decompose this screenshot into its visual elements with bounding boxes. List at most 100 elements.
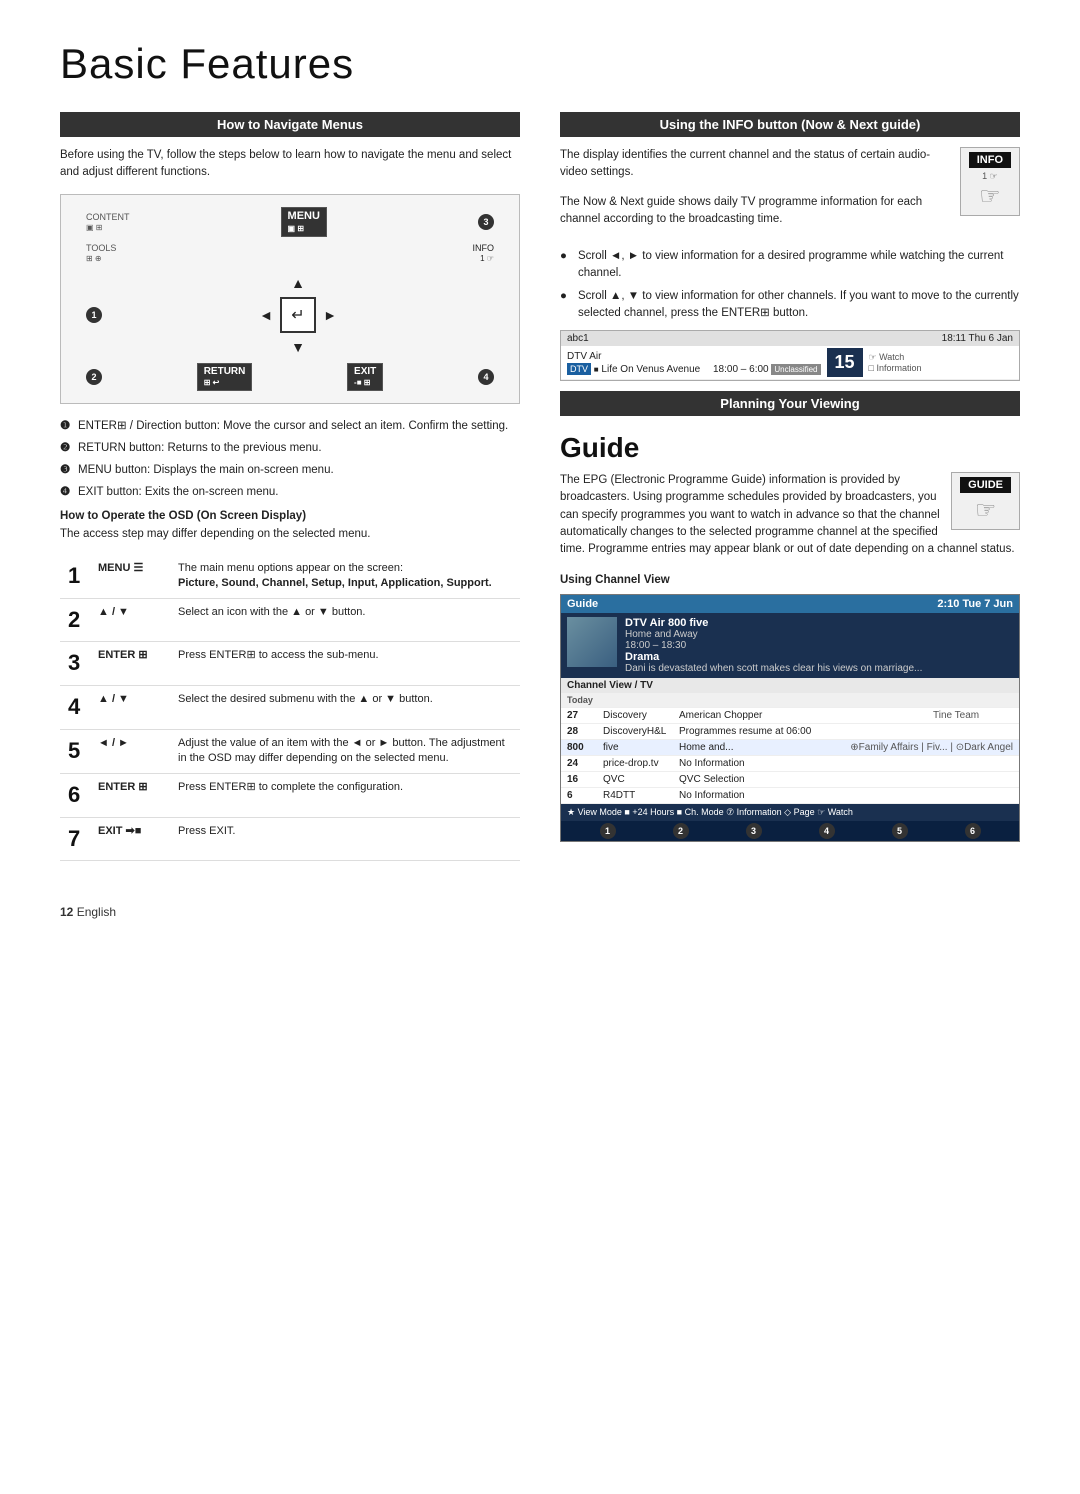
info-display-row: DTV Air DTV ■ Life On Venus Avenue 18:00… (561, 346, 1019, 380)
info-ch-name: abc1 (567, 333, 589, 344)
info-display: abc1 18:11 Thu 6 Jan DTV Air DTV ■ Life … (560, 330, 1020, 381)
page-title: Basic Features (60, 40, 1020, 88)
step-num-6: 6 (60, 773, 90, 817)
menu-btn: MENU▣ ⊞ (281, 207, 327, 237)
ch-name-5: R4DTT (603, 790, 673, 801)
footer-num-2: 2 (673, 823, 689, 839)
channel-row-2[interactable]: 800 five Home and... ⊕Family Affairs | F… (561, 740, 1019, 756)
step-row-5: 5 ◄ / ► Adjust the value of an item with… (60, 729, 520, 773)
left-column: How to Navigate Menus Before using the T… (60, 112, 520, 875)
channel-list: Channel View / TV Today 27 Discovery Ame… (561, 678, 1019, 804)
remote-diagram: CONTENT▣ ⊞ MENU▣ ⊞ 3 TOOLS⊞ ⊕ INFO1 ☞ 1 … (60, 194, 520, 404)
step-key-4: ▲ / ▼ (90, 686, 170, 730)
watch-action[interactable]: ☞ Watch (869, 352, 922, 363)
step-key-2: ▲ / ▼ (90, 598, 170, 642)
enter-center-btn[interactable]: ↵ (280, 297, 316, 333)
info-action[interactable]: □ Information (869, 363, 922, 373)
bullet-item-3: ❸ MENU button: Displays the main on-scre… (60, 462, 520, 479)
info-bullets: ● Scroll ◄, ► to view information for a … (560, 248, 1020, 322)
ch-num-display: 15 (827, 348, 863, 377)
bullet-text-4: EXIT button: Exits the on-screen menu. (78, 484, 279, 501)
info-section-header: Using the INFO button (Now & Next guide) (560, 112, 1020, 137)
exit-btn[interactable]: EXIT-■ ⊞ (347, 363, 383, 391)
channel-list-header: Channel View / TV (561, 678, 1019, 693)
channel-row-5[interactable]: 6 R4DTT No Information (561, 788, 1019, 804)
step-row-1: 1 MENU ☰ The main menu options appear on… (60, 555, 520, 598)
guide-title: Guide (560, 432, 1020, 464)
channel-row-4[interactable]: 16 QVC QVC Selection (561, 772, 1019, 788)
ch-prog-3: No Information (679, 758, 1013, 769)
step-key-6: ENTER ⊞ (90, 773, 170, 817)
channel-row-3[interactable]: 24 price-drop.tv No Information (561, 756, 1019, 772)
guide-badge-panel: GUIDE ☞ (951, 472, 1020, 530)
step-num-3: 3 (60, 642, 90, 686)
steps-table: 1 MENU ☰ The main menu options appear on… (60, 555, 520, 862)
step-num-4: 4 (60, 686, 90, 730)
ch-name-0: Discovery (603, 710, 673, 721)
step-row-2: 2 ▲ / ▼ Select an icon with the ▲ or ▼ b… (60, 598, 520, 642)
bullet-num-4: ❹ (60, 484, 72, 501)
page-footer: 12 English (60, 905, 1020, 919)
info-badge-sub: 1 ☞ (969, 171, 1011, 182)
prog-icon: ■ (594, 365, 599, 374)
step-desc-2: Select an icon with the ▲ or ▼ button. (170, 598, 520, 642)
step-key-5: ◄ / ► (90, 729, 170, 773)
ch-name-4: QVC (603, 774, 673, 785)
today-label: Today (567, 695, 593, 705)
step-desc-5: Adjust the value of an item with the ◄ o… (170, 729, 520, 773)
info-bullet-text-2: Scroll ▲, ▼ to view information for othe… (578, 288, 1020, 323)
step-row-4: 4 ▲ / ▼ Select the desired submenu with … (60, 686, 520, 730)
arrow-left: ◄ (252, 297, 280, 333)
channel-list-title: Channel View / TV (567, 680, 653, 691)
diagram-num1: 1 (86, 307, 102, 323)
info-time: 18:11 Thu 6 Jan (942, 333, 1013, 344)
programme-details: DTV Air 800 five Home and Away 18:00 – 1… (625, 617, 922, 674)
info-label-diagram: INFO1 ☞ (473, 243, 495, 263)
guide-hand-icon: ☞ (960, 496, 1011, 525)
step-key-3: ENTER ⊞ (90, 642, 170, 686)
featured-genre: Drama (625, 651, 659, 663)
step-desc-1: The main menu options appear on the scre… (170, 555, 520, 598)
footer-num-5: 5 (892, 823, 908, 839)
bullet-num-3: ❸ (60, 462, 72, 479)
ch-num-0: 27 (567, 710, 597, 721)
diagram-num3: 3 (478, 214, 494, 230)
channel-footer: ★ View Mode ■ +24 Hours ■ Ch. Mode ⑦ Inf… (561, 804, 1019, 821)
footer-text: ★ View Mode ■ +24 Hours ■ Ch. Mode ⑦ Inf… (567, 807, 853, 818)
navigate-menus-header: How to Navigate Menus (60, 112, 520, 137)
diagram-num4: 4 (478, 369, 494, 385)
featured-time: 18:00 – 18:30 (625, 640, 686, 651)
step-desc-4: Select the desired submenu with the ▲ or… (170, 686, 520, 730)
step-num-2: 2 (60, 598, 90, 642)
navigate-intro: Before using the TV, follow the steps be… (60, 147, 520, 182)
info-display-header: abc1 18:11 Thu 6 Jan (561, 331, 1019, 346)
bullet-item-1: ❶ ENTER⊞ / Direction button: Move the cu… (60, 418, 520, 435)
footer-num-1: 1 (600, 823, 616, 839)
ch-num-4: 16 (567, 774, 597, 785)
ch-name-2: five (603, 742, 673, 753)
channel-view: Guide 2:10 Tue 7 Jun DTV Air 800 five Ho… (560, 594, 1020, 842)
channel-row-1[interactable]: 28 DiscoveryH&L Programmes resume at 06:… (561, 724, 1019, 740)
bullet-num-2: ❷ (60, 440, 72, 457)
osd-intro: The access step may differ depending on … (60, 526, 520, 543)
dtv-icon: DTV (567, 363, 591, 375)
step-num-1: 1 (60, 555, 90, 598)
featured-prog: Home and Away (625, 629, 698, 640)
bullet-text-3: MENU button: Displays the main on-screen… (78, 462, 334, 479)
channel-view-heading: Using Channel View (560, 574, 1020, 586)
content-label: CONTENT▣ ⊞ (86, 212, 130, 232)
bullet-text-2: RETURN button: Returns to the previous m… (78, 440, 322, 457)
diagram-num2: 2 (86, 369, 102, 385)
featured-ch: DTV Air 800 five (625, 617, 708, 629)
arrow-up: ▲ (280, 269, 316, 297)
ch-prog-5: No Information (679, 790, 1013, 801)
channel-row-0[interactable]: 27 Discovery American Chopper Tine Team (561, 708, 1019, 724)
ch-prog2-2: ⊕Family Affairs | Fiv... | ⊙Dark Angel (850, 742, 1013, 753)
guide-badge-label: GUIDE (960, 477, 1011, 493)
osd-heading: How to Operate the OSD (On Screen Displa… (60, 510, 520, 522)
step-row-3: 3 ENTER ⊞ Press ENTER⊞ to access the sub… (60, 642, 520, 686)
ch-prog2-0: Tine Team (933, 710, 1013, 721)
return-btn[interactable]: RETURN⊞ ↩ (197, 363, 253, 391)
ch-num-5: 6 (567, 790, 597, 801)
bullet-dot-1: ● (560, 248, 572, 265)
